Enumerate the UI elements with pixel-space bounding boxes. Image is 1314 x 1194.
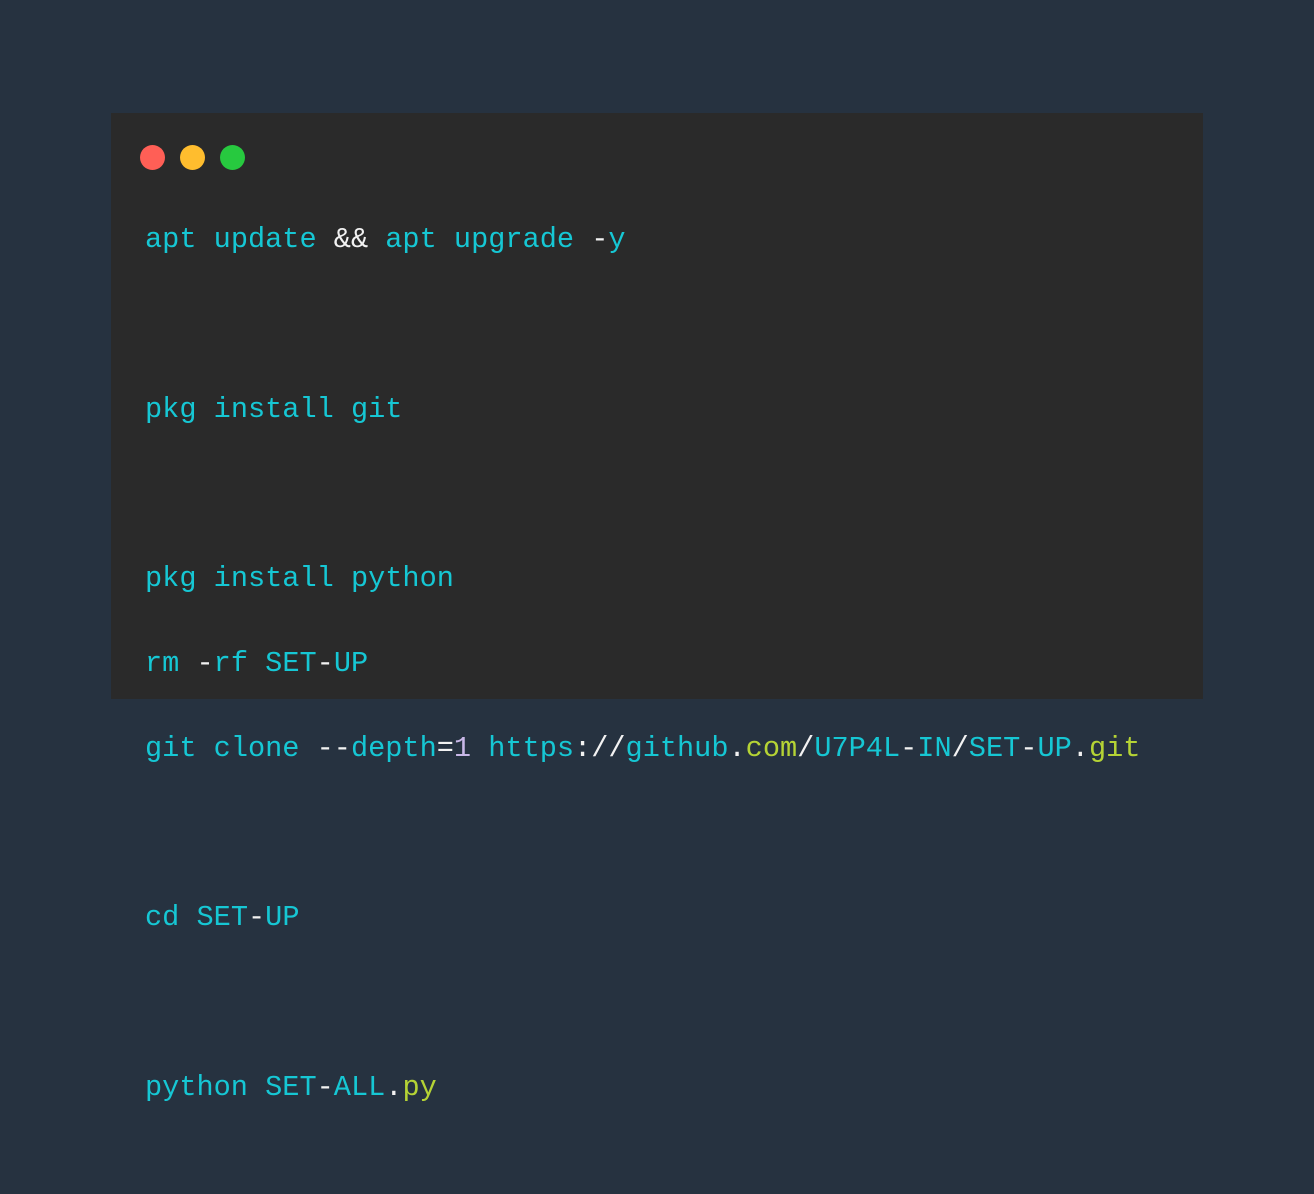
code-token: = — [436, 731, 454, 765]
code-token: upgrade — [453, 223, 575, 256]
code-token: UP — [333, 646, 369, 680]
code-token: apt — [145, 223, 197, 256]
code-token: . — [1071, 731, 1089, 765]
code-token: python — [145, 1070, 248, 1104]
code-token: UP — [265, 901, 300, 935]
minimize-dot-icon[interactable] — [180, 145, 205, 170]
window-controls — [140, 145, 245, 170]
code-token: :// — [574, 731, 626, 765]
code-line: git clone --depth=1 https://github.com/U… — [145, 728, 1140, 770]
code-token: ALL — [333, 1070, 386, 1104]
code-token: 1 — [453, 731, 472, 765]
code-token: / — [951, 731, 969, 765]
code-token: -- — [299, 731, 351, 765]
code-token: . — [728, 731, 746, 765]
code-token: - — [316, 1070, 334, 1104]
code-token: IN — [917, 731, 952, 765]
zoom-dot-icon[interactable] — [220, 145, 245, 170]
code-token: - — [316, 646, 334, 680]
code-token: - — [247, 901, 266, 935]
code-token: - — [1020, 731, 1038, 765]
code-token: py — [402, 1070, 437, 1104]
code-line: python SET-ALL.py — [145, 1067, 1140, 1109]
code-token: SET — [265, 646, 317, 680]
code-token: rf — [213, 646, 248, 680]
code-token: UP — [1037, 731, 1072, 765]
code-token: python — [350, 562, 454, 596]
code-window: apt update && apt upgrade -y pkg install… — [111, 113, 1203, 1104]
code-token: github — [625, 731, 729, 765]
code-token: apt — [385, 223, 437, 256]
code-token: - — [179, 646, 214, 680]
code-token: SET — [265, 1070, 317, 1104]
code-token: pkg — [145, 392, 197, 426]
code-token: U7P4L — [814, 731, 901, 765]
code-token: install — [213, 392, 334, 426]
code-token: pkg — [145, 562, 197, 596]
code-token: cd — [145, 901, 180, 935]
code-token: . — [385, 1070, 403, 1104]
code-line: pkg install python — [145, 558, 1140, 600]
code-token: - — [900, 731, 918, 765]
code-block: apt update && apt upgrade -y pkg install… — [145, 219, 1140, 1194]
code-token: git — [350, 392, 403, 426]
page: { "window": { "controls": [ {"name": "cl… — [0, 0, 1314, 1104]
code-line: pkg install git — [145, 389, 1140, 431]
code-line: apt update && apt upgrade -y — [145, 219, 1140, 261]
code-token: && — [316, 223, 386, 256]
code-line: rm -rf SET-UP — [145, 643, 1140, 685]
code-token: SET — [968, 731, 1021, 765]
code-token: clone — [213, 731, 300, 765]
code-token: git — [145, 731, 197, 765]
code-token: SET — [196, 901, 248, 935]
close-dot-icon[interactable] — [140, 145, 165, 170]
code-token: / — [797, 731, 815, 765]
code-token: rm — [145, 646, 180, 680]
code-token: depth — [350, 731, 437, 765]
code-token: https — [488, 731, 575, 765]
code-token: install — [213, 562, 334, 596]
code-line: cd SET-UP — [145, 897, 1140, 939]
code-token: - — [574, 223, 609, 256]
code-token: com — [745, 731, 798, 765]
code-token: update — [213, 223, 317, 256]
code-token: git — [1088, 731, 1141, 765]
code-token: y — [608, 223, 626, 256]
